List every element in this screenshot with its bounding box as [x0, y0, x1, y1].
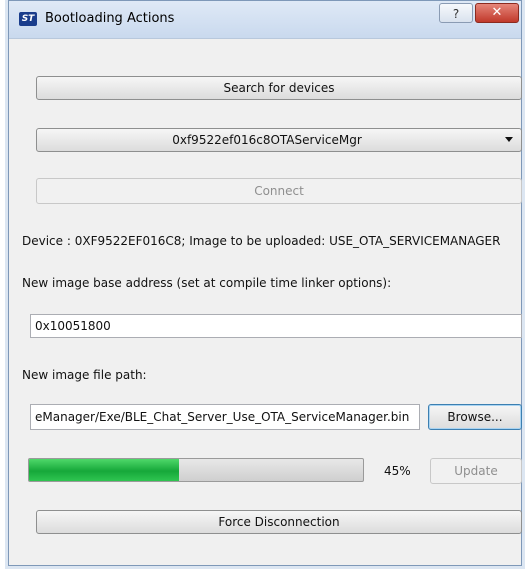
title-bar: ST Bootloading Actions ? ✕ — [9, 1, 521, 39]
close-button[interactable]: ✕ — [475, 3, 519, 23]
st-logo-icon: ST — [19, 12, 37, 26]
search-devices-button[interactable]: Search for devices — [36, 76, 522, 100]
window-title: Bootloading Actions — [45, 11, 175, 26]
progress-percent: 45% — [384, 464, 411, 478]
update-button[interactable]: Update — [430, 458, 522, 484]
device-select[interactable]: 0xf9522ef016c8OTAServiceMgr — [36, 128, 522, 152]
upload-progress-bar — [28, 458, 364, 482]
progress-fill — [29, 459, 180, 481]
file-path-label: New image file path: — [22, 368, 147, 382]
device-info-text: Device : 0XF9522EF016C8; Image to be upl… — [22, 234, 501, 248]
chevron-down-icon — [505, 137, 513, 142]
base-address-input[interactable]: 0x10051800 — [30, 314, 522, 338]
connect-button[interactable]: Connect — [36, 178, 522, 204]
force-disconnection-button[interactable]: Force Disconnection — [36, 510, 522, 534]
help-button[interactable]: ? — [439, 3, 473, 23]
device-select-value: 0xf9522ef016c8OTAServiceMgr — [172, 133, 362, 147]
file-path-input[interactable]: eManager/Exe/BLE_Chat_Server_Use_OTA_Ser… — [30, 404, 420, 430]
base-address-label: New image base address (set at compile t… — [22, 276, 392, 290]
browse-button[interactable]: Browse... — [428, 404, 522, 430]
